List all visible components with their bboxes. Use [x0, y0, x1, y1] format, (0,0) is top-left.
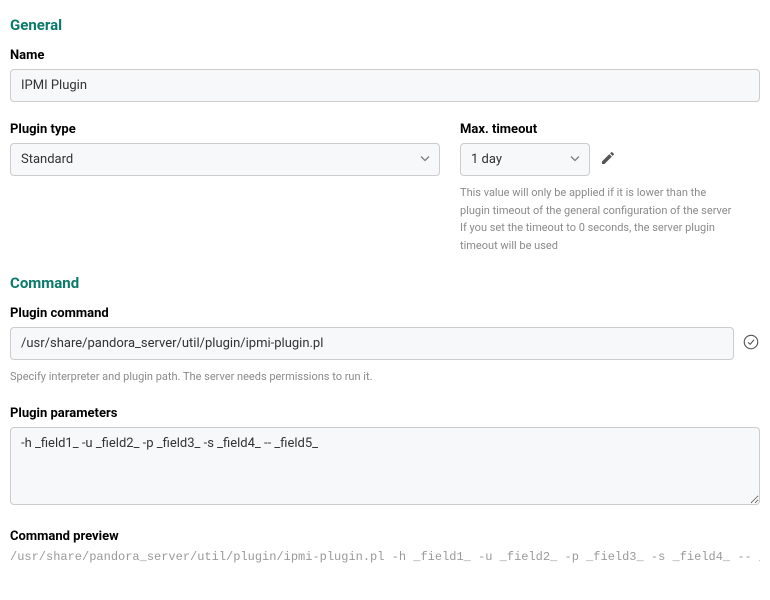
max-timeout-label: Max. timeout — [460, 122, 760, 137]
timeout-hint: This value will only be applied if it is… — [460, 184, 760, 254]
pencil-icon[interactable] — [600, 150, 616, 170]
plugin-command-hint: Specify interpreter and plugin path. The… — [10, 368, 760, 386]
plugin-command-input[interactable] — [10, 327, 734, 360]
name-input[interactable] — [10, 69, 760, 102]
command-preview-label: Command preview — [10, 529, 760, 544]
plugin-type-label: Plugin type — [10, 122, 440, 137]
command-preview-text: /usr/share/pandora_server/util/plugin/ip… — [10, 550, 760, 564]
check-circle-icon[interactable] — [742, 333, 760, 355]
plugin-parameters-label: Plugin parameters — [10, 406, 760, 421]
plugin-parameters-textarea[interactable] — [10, 427, 760, 505]
max-timeout-select[interactable]: 1 day — [460, 143, 590, 176]
section-heading-general: General — [10, 16, 760, 34]
plugin-command-label: Plugin command — [10, 306, 760, 321]
plugin-type-select[interactable]: Standard — [10, 143, 440, 176]
name-label: Name — [10, 48, 760, 63]
section-heading-command: Command — [10, 274, 760, 292]
